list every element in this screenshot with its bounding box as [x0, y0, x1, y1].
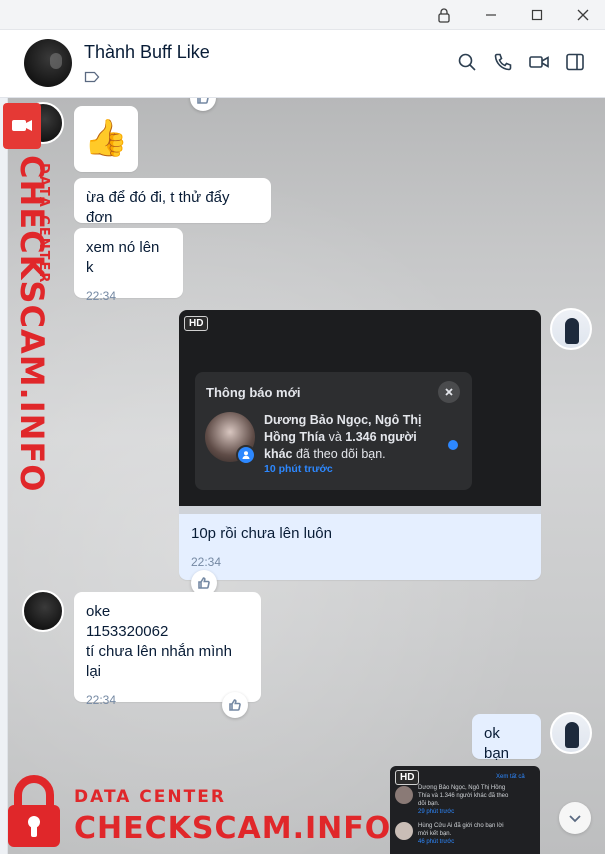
close-icon	[438, 381, 460, 403]
sidebar-edge	[0, 30, 8, 854]
watermark-lock-icon	[4, 775, 64, 854]
watermark-vertical-sub: DATA CENTER	[36, 163, 51, 285]
message-line: 1153320062	[86, 623, 169, 640]
watermark-camera-icon	[3, 103, 41, 149]
message-time: 22:34	[191, 555, 222, 569]
scroll-to-bottom-button[interactable]	[559, 802, 591, 834]
phone-call-icon[interactable]	[491, 50, 515, 74]
image-attachment[interactable]: HD Xem tất cả Dương Bảo Ngọc, Ngô Thị Hồ…	[390, 766, 540, 854]
notification-avatar	[395, 822, 413, 840]
window-titlebar	[0, 0, 605, 30]
message-bubble[interactable]: ừa để đó đi, t thử đẩy đơn	[74, 178, 271, 226]
emoji-message[interactable]: 👍	[74, 106, 138, 172]
image-caption-bubble[interactable]: 10p rồi chưa lên luôn 22:34	[179, 514, 541, 580]
notification-time: 46 phút trước	[418, 839, 455, 845]
follow-badge-icon	[236, 445, 256, 465]
message-line: tí chưa lên nhắn mình lại	[86, 643, 232, 680]
my-avatar[interactable]	[550, 308, 592, 350]
message-text: ok bạn	[484, 725, 510, 762]
contact-avatar-small[interactable]	[22, 590, 64, 632]
message-text: 10p rồi chưa lên luôn	[191, 525, 332, 542]
hd-badge: HD	[395, 770, 420, 785]
taskbar-strip	[179, 506, 541, 514]
toggle-info-panel-icon[interactable]	[563, 50, 587, 74]
message-line: oke	[86, 603, 111, 620]
notification-time: 29 phút trước	[418, 809, 455, 815]
message-time: 22:34	[86, 289, 117, 303]
notification-text: Dương Bảo Ngọc, Ngô Thị Hồng Thía và 1.3…	[264, 413, 422, 461]
notification-text: mời kết bạn.	[418, 831, 452, 837]
notification-time: 10 phút trước	[264, 463, 333, 475]
search-icon[interactable]	[455, 50, 479, 74]
hd-badge: HD	[184, 316, 209, 331]
react-button[interactable]	[222, 692, 248, 718]
image-attachment[interactable]: HD Thông báo mới Dương Bảo Ngọc, Ngô Thị…	[179, 310, 541, 514]
unread-dot	[448, 440, 458, 450]
watermark-brand: CHECKSCAM.INFO	[74, 811, 392, 846]
lock-icon[interactable]	[421, 0, 467, 30]
notification-text: Dương Bảo Ngọc, Ngô Thị Hồng	[418, 785, 506, 791]
minimize-button[interactable]	[468, 0, 514, 30]
message-text: ừa để đó đi, t thử đẩy đơn	[86, 189, 230, 226]
video-call-icon[interactable]	[527, 50, 551, 74]
contact-avatar[interactable]	[24, 39, 72, 87]
notification-text: Thía và 1.346 người khác đã theo	[418, 793, 509, 799]
contact-name[interactable]: Thành Buff Like	[84, 42, 210, 63]
my-avatar[interactable]	[550, 712, 592, 754]
notification-text: Hùng Cửu Ai đã giới cho bạn lời	[418, 823, 504, 829]
message-list[interactable]: 👍 ừa để đó đi, t thử đẩy đơn xem nó lên …	[8, 98, 605, 854]
facebook-notification-card: Thông báo mới Dương Bảo Ngọc, Ngô Thị Hồ…	[195, 372, 472, 490]
message-bubble[interactable]: ok bạn	[472, 714, 541, 762]
message-text: xem nó lên k	[86, 239, 160, 276]
label-tag-icon[interactable]	[84, 70, 100, 88]
message-bubble[interactable]: oke 1153320062 tí chưa lên nhắn mình lại…	[74, 592, 261, 707]
message-bubble[interactable]: xem nó lên k 22:34	[74, 228, 183, 303]
notification-text: dõi bạn.	[418, 801, 440, 807]
react-button[interactable]	[190, 98, 216, 111]
see-all-link: Xem tất cả	[496, 774, 525, 780]
maximize-button[interactable]	[514, 0, 560, 30]
close-window-button[interactable]	[560, 0, 605, 30]
watermark-sub: DATA CENTER	[74, 787, 226, 807]
notification-avatar	[395, 786, 413, 804]
notification-title: Thông báo mới	[206, 385, 301, 400]
